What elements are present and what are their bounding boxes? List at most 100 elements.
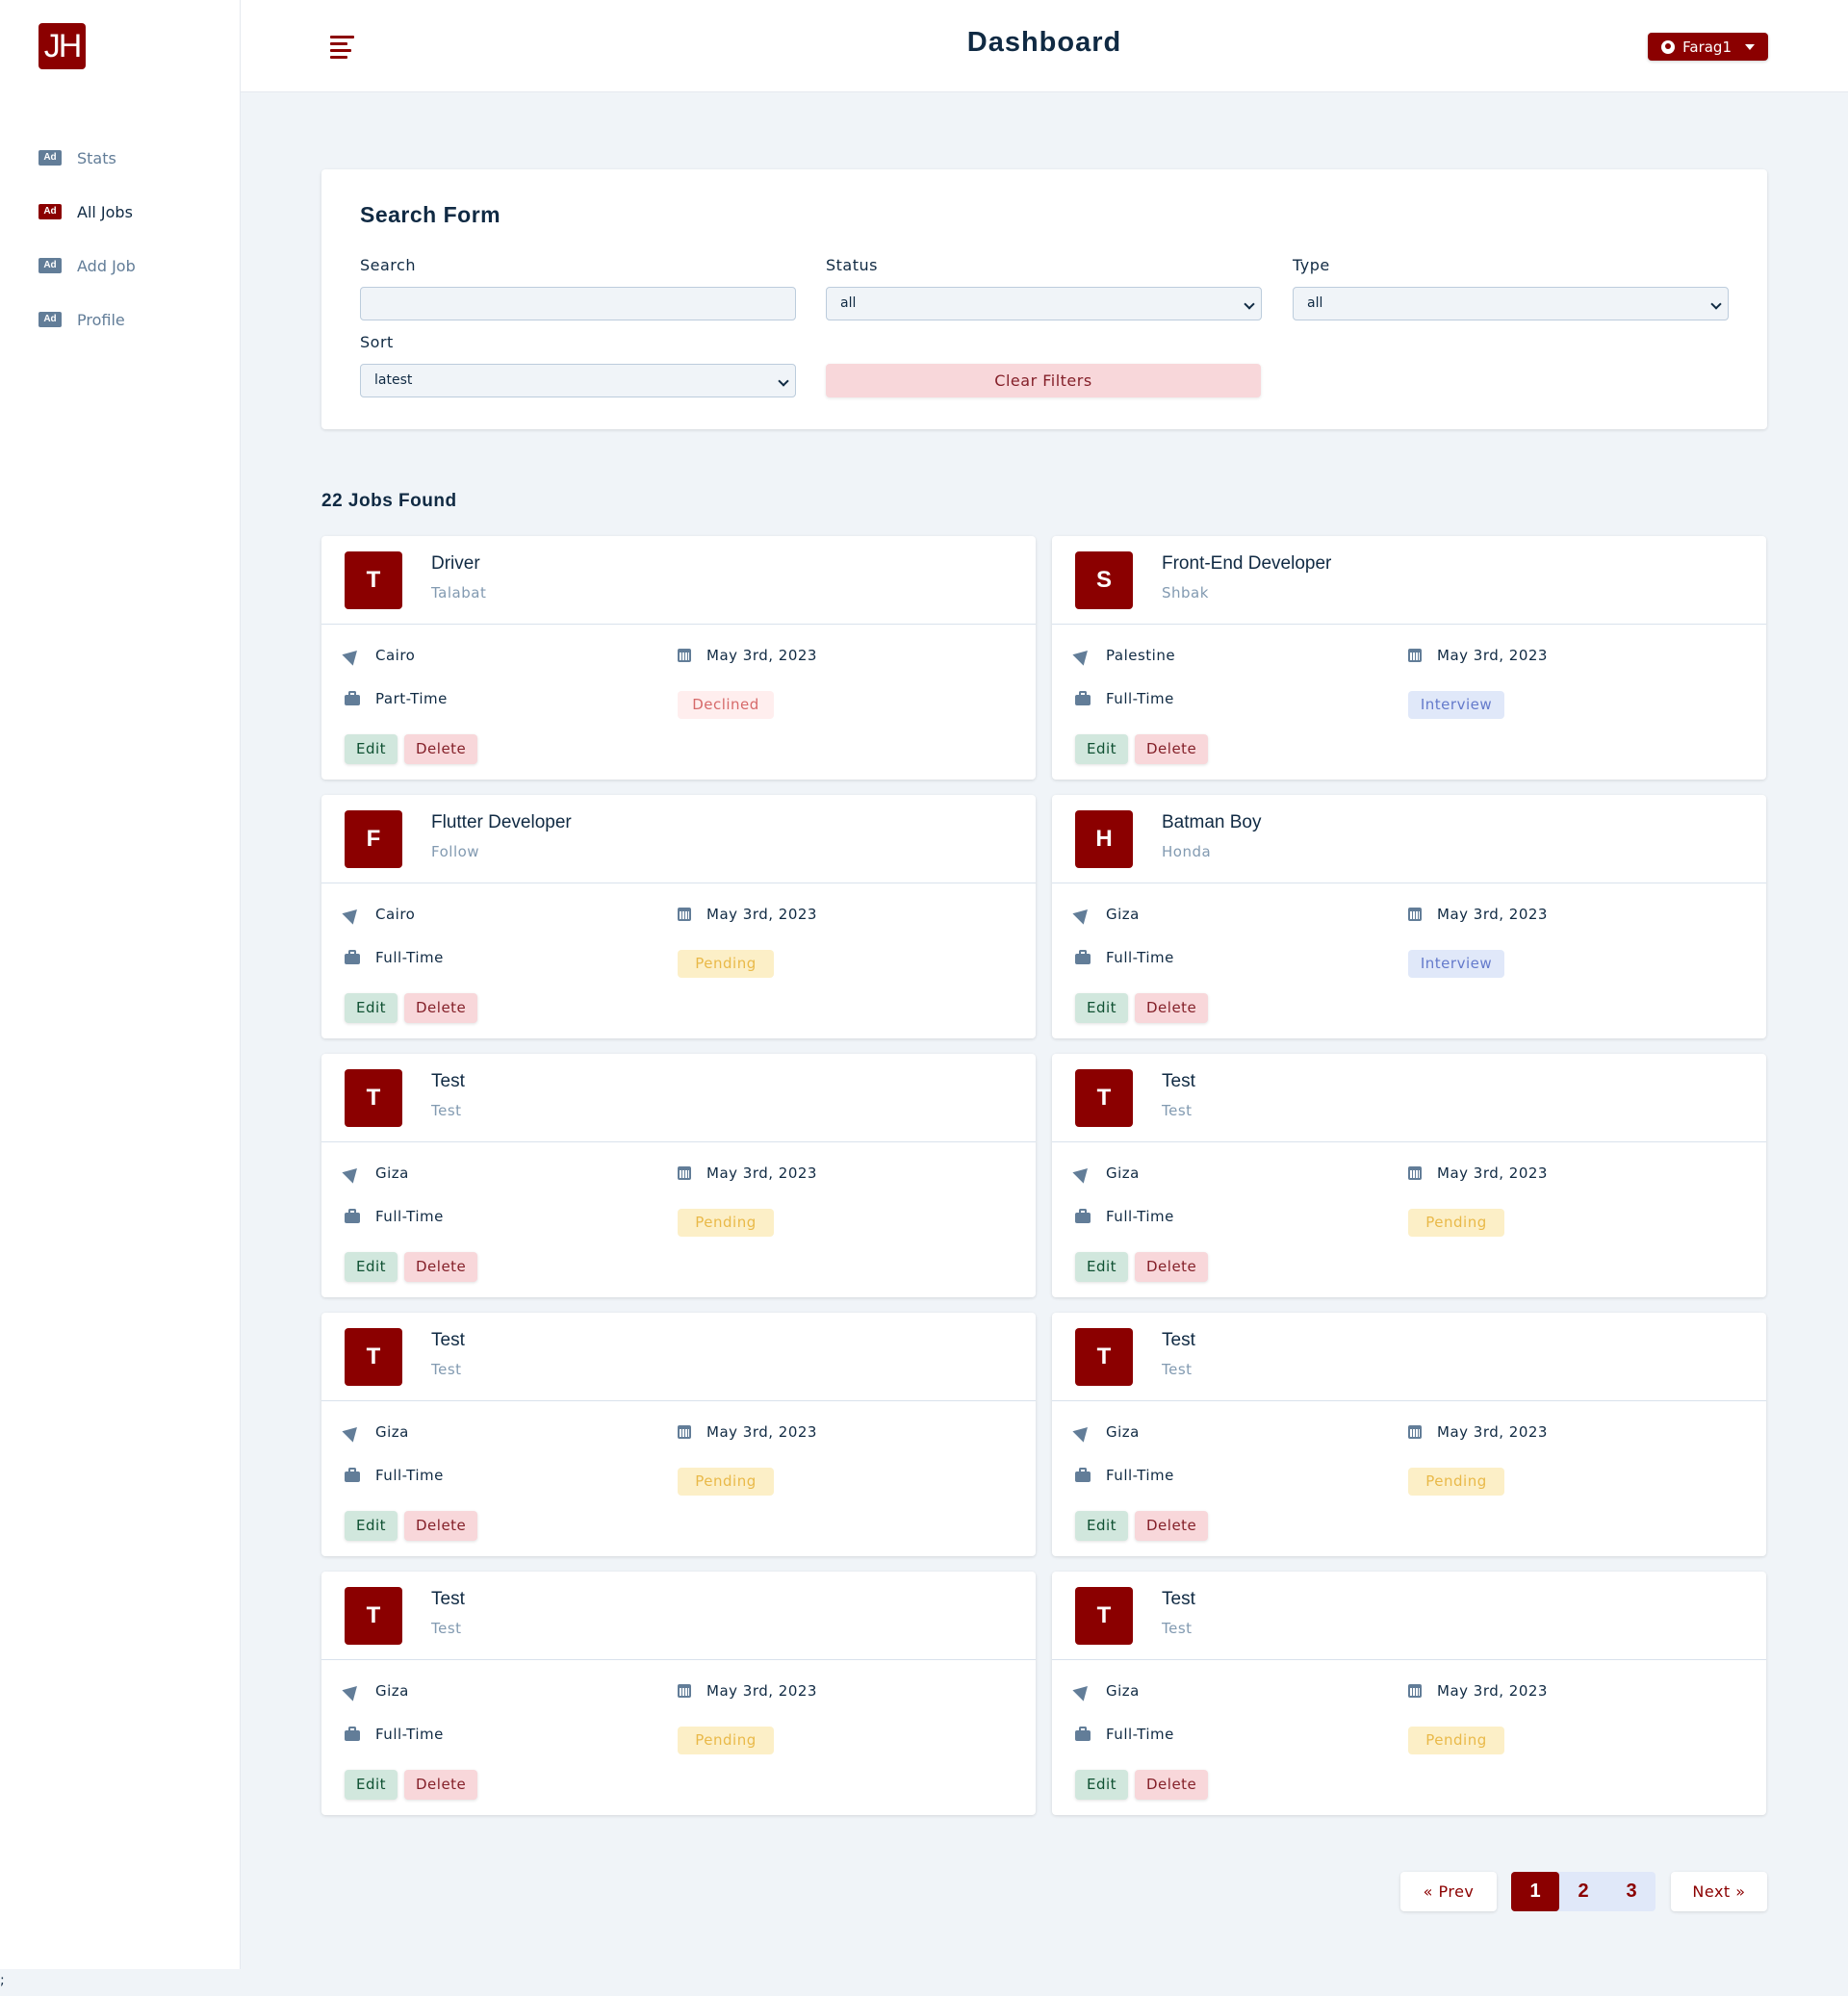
location-arrow-icon bbox=[1072, 1163, 1093, 1184]
job-avatar: T bbox=[345, 1587, 402, 1645]
sidebar-item-profile[interactable]: Ad Profile bbox=[38, 293, 136, 346]
job-type-text: Full-Time bbox=[1106, 1208, 1174, 1225]
delete-button[interactable]: Delete bbox=[1135, 1511, 1209, 1541]
job-position: Test bbox=[431, 1589, 465, 1609]
job-avatar: H bbox=[1075, 810, 1133, 868]
briefcase-icon bbox=[1075, 1726, 1091, 1741]
job-location: Giza bbox=[1072, 1680, 1140, 1702]
job-avatar: T bbox=[345, 1328, 402, 1386]
delete-button[interactable]: Delete bbox=[404, 1511, 478, 1541]
job-avatar: F bbox=[345, 810, 402, 868]
edit-button[interactable]: Edit bbox=[1075, 1252, 1129, 1282]
location-arrow-icon bbox=[342, 904, 363, 925]
ad-icon: Ad bbox=[38, 312, 62, 327]
job-card: H Batman Boy Honda Giza May 3rd, 2023 Full-Ti… bbox=[1052, 795, 1766, 1038]
job-company: Test bbox=[1162, 1102, 1193, 1119]
location-arrow-icon bbox=[1072, 645, 1093, 666]
status-badge: Interview bbox=[1408, 950, 1504, 978]
job-avatar: T bbox=[1075, 1587, 1133, 1645]
job-type: Full-Time bbox=[345, 1208, 444, 1225]
type-select[interactable]: all bbox=[1293, 287, 1729, 320]
delete-button[interactable]: Delete bbox=[1135, 1252, 1209, 1282]
page-button-3[interactable]: 3 bbox=[1607, 1872, 1656, 1911]
job-type-text: Full-Time bbox=[1106, 949, 1174, 966]
job-avatar: S bbox=[1075, 551, 1133, 609]
next-page-button[interactable]: Next » bbox=[1671, 1872, 1767, 1911]
job-position: Test bbox=[1162, 1071, 1195, 1091]
search-label: Search bbox=[360, 256, 416, 274]
status-badge: Pending bbox=[1408, 1727, 1504, 1754]
job-date-text: May 3rd, 2023 bbox=[706, 1423, 817, 1441]
delete-button[interactable]: Delete bbox=[1135, 734, 1209, 764]
edit-button[interactable]: Edit bbox=[345, 993, 398, 1023]
edit-button[interactable]: Edit bbox=[1075, 993, 1129, 1023]
job-type-text: Full-Time bbox=[375, 1467, 444, 1484]
delete-button[interactable]: Delete bbox=[404, 734, 478, 764]
page-title: Dashboard bbox=[966, 27, 1122, 58]
job-card-header: T Test Test bbox=[1052, 1054, 1766, 1142]
jobs-count: 22 Jobs Found bbox=[321, 491, 457, 511]
job-card: T Test Test Giza May 3rd, 2023 Full-Time Pendi… bbox=[321, 1572, 1036, 1815]
logo[interactable]: JH bbox=[38, 23, 86, 69]
calendar-icon bbox=[678, 1684, 691, 1698]
type-label: Type bbox=[1293, 256, 1330, 274]
job-date-text: May 3rd, 2023 bbox=[706, 647, 817, 664]
ad-icon: Ad bbox=[38, 258, 62, 273]
job-company: Talabat bbox=[431, 584, 487, 601]
sort-select[interactable]: latest bbox=[360, 364, 796, 397]
sidebar-item-add-job[interactable]: Ad Add Job bbox=[38, 239, 136, 293]
edit-button[interactable]: Edit bbox=[345, 1252, 398, 1282]
calendar-icon bbox=[1408, 1684, 1422, 1698]
sidebar: JH Ad Stats Ad All Jobs Ad Add Job Ad Pr… bbox=[0, 0, 241, 1969]
calendar-icon bbox=[1408, 1166, 1422, 1180]
job-type: Part-Time bbox=[345, 690, 448, 707]
edit-button[interactable]: Edit bbox=[345, 1511, 398, 1541]
prev-page-button[interactable]: « Prev bbox=[1400, 1872, 1497, 1911]
status-badge: Declined bbox=[678, 691, 774, 719]
status-badge: Pending bbox=[678, 1209, 774, 1237]
page-button-2[interactable]: 2 bbox=[1559, 1872, 1607, 1911]
job-type: Full-Time bbox=[1075, 1726, 1174, 1743]
job-card: T Driver Talabat Cairo May 3rd, 2023 Part-Tim… bbox=[321, 536, 1036, 780]
edit-button[interactable]: Edit bbox=[345, 1770, 398, 1800]
edit-button[interactable]: Edit bbox=[1075, 1770, 1129, 1800]
delete-button[interactable]: Delete bbox=[1135, 1770, 1209, 1800]
job-position: Test bbox=[1162, 1330, 1195, 1350]
briefcase-icon bbox=[345, 949, 360, 964]
search-input[interactable] bbox=[360, 287, 796, 320]
delete-button[interactable]: Delete bbox=[404, 993, 478, 1023]
job-card: T Test Test Giza May 3rd, 2023 Full-Time Pendi… bbox=[1052, 1054, 1766, 1297]
job-date-text: May 3rd, 2023 bbox=[706, 1164, 817, 1182]
clear-filters-button[interactable]: Clear Filters bbox=[826, 364, 1261, 397]
delete-button[interactable]: Delete bbox=[1135, 993, 1209, 1023]
job-card-header: H Batman Boy Honda bbox=[1052, 795, 1766, 883]
sidebar-item-label: All Jobs bbox=[77, 202, 133, 221]
job-location: Giza bbox=[342, 1680, 409, 1702]
delete-button[interactable]: Delete bbox=[404, 1770, 478, 1800]
delete-button[interactable]: Delete bbox=[404, 1252, 478, 1282]
sidebar-item-stats[interactable]: Ad Stats bbox=[38, 131, 136, 185]
job-avatar: T bbox=[1075, 1328, 1133, 1386]
job-card: T Test Test Giza May 3rd, 2023 Full-Time Pendi… bbox=[321, 1054, 1036, 1297]
edit-button[interactable]: Edit bbox=[345, 734, 398, 764]
edit-button[interactable]: Edit bbox=[1075, 1511, 1129, 1541]
job-location: Giza bbox=[342, 1163, 409, 1184]
sort-label: Sort bbox=[360, 333, 394, 351]
job-position: Test bbox=[431, 1071, 465, 1091]
status-select[interactable]: all bbox=[826, 287, 1262, 320]
job-location-text: Giza bbox=[1106, 1164, 1140, 1182]
job-type-text: Full-Time bbox=[1106, 690, 1174, 707]
job-type: Full-Time bbox=[1075, 1467, 1174, 1484]
edit-button[interactable]: Edit bbox=[1075, 734, 1129, 764]
user-menu-button[interactable]: Farag1 bbox=[1648, 33, 1768, 61]
job-location: Cairo bbox=[342, 904, 415, 925]
job-company: Test bbox=[431, 1361, 462, 1378]
page-button-1[interactable]: 1 bbox=[1511, 1872, 1559, 1911]
location-arrow-icon bbox=[342, 1421, 363, 1443]
caret-down-icon bbox=[1745, 43, 1755, 50]
job-company: Honda bbox=[1162, 843, 1212, 860]
sidebar-item-all-jobs[interactable]: Ad All Jobs bbox=[38, 185, 136, 239]
job-position: Test bbox=[1162, 1589, 1195, 1609]
job-card-header: F Flutter Developer Follow bbox=[321, 795, 1036, 883]
briefcase-icon bbox=[1075, 690, 1091, 705]
